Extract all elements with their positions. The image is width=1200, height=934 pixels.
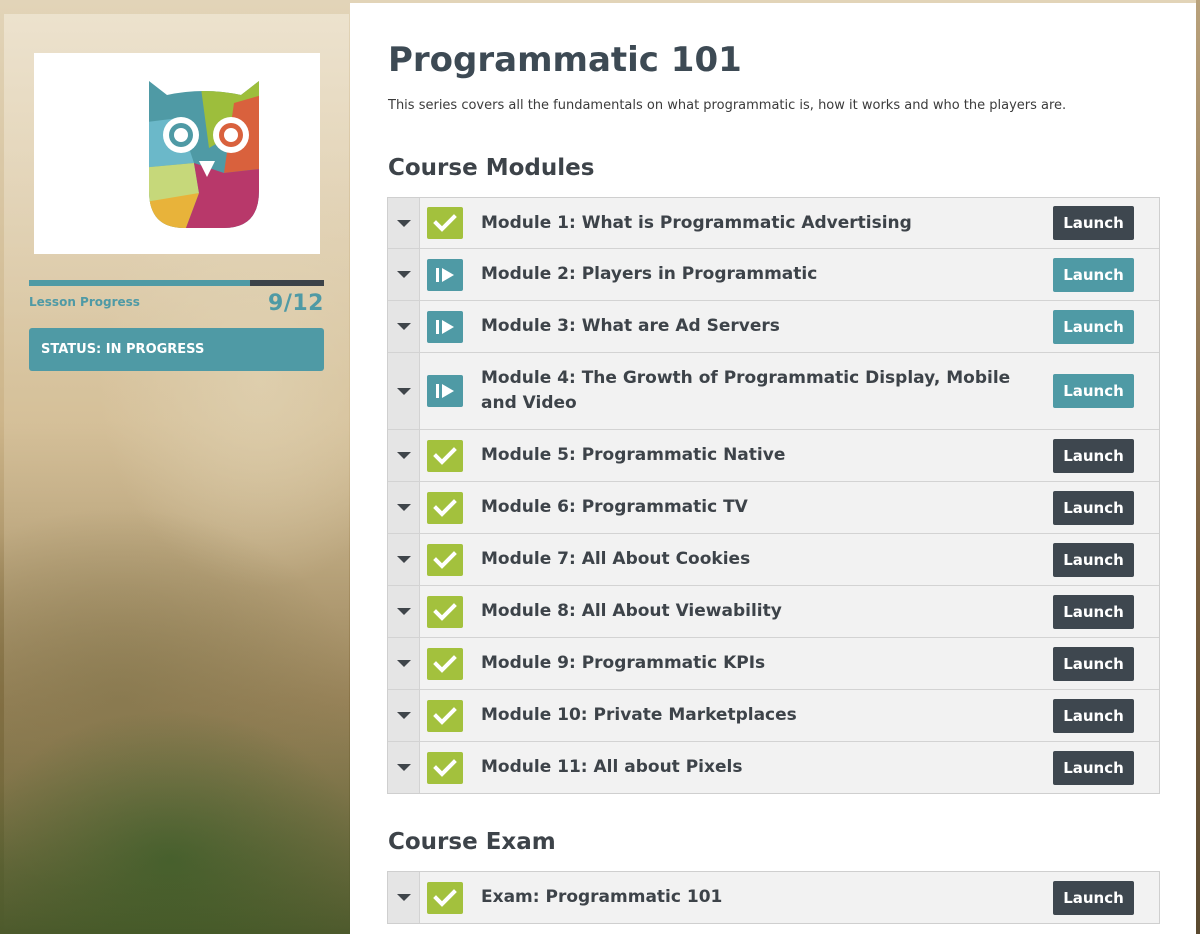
exam-list: Exam: Programmatic 101 Launch xyxy=(387,871,1160,924)
expand-toggle[interactable] xyxy=(388,249,420,300)
module-title: Module 10: Private Marketplaces xyxy=(481,705,797,725)
launch-button[interactable]: Launch xyxy=(1053,257,1134,292)
owl-logo-icon xyxy=(149,81,259,228)
expand-toggle[interactable] xyxy=(388,638,420,689)
caret-down-icon xyxy=(396,660,411,667)
status-badge: STATUS: IN PROGRESS xyxy=(29,328,324,371)
caret-down-icon xyxy=(396,271,411,278)
course-logo xyxy=(34,53,320,254)
lesson-progress-label: Lesson Progress xyxy=(29,295,140,309)
check-icon xyxy=(427,699,463,732)
check-icon xyxy=(427,491,463,524)
module-row: Module 4: The Growth of Programmatic Dis… xyxy=(388,353,1159,430)
launch-button[interactable]: Launch xyxy=(1053,594,1134,629)
exam-title: Exam: Programmatic 101 xyxy=(481,887,723,907)
launch-button[interactable]: Launch xyxy=(1053,750,1134,785)
module-list: Module 1: What is Programmatic Advertisi… xyxy=(387,197,1160,794)
launch-button[interactable]: Launch xyxy=(1053,698,1134,733)
check-icon xyxy=(427,439,463,472)
modules-heading: Course Modules xyxy=(388,155,595,181)
caret-down-icon xyxy=(396,712,411,719)
caret-down-icon xyxy=(396,764,411,771)
caret-down-icon xyxy=(396,608,411,615)
check-icon xyxy=(427,647,463,680)
module-title: Module 3: What are Ad Servers xyxy=(481,316,780,336)
exam-row: Exam: Programmatic 101 Launch xyxy=(388,872,1159,923)
expand-toggle[interactable] xyxy=(388,430,420,481)
check-icon xyxy=(427,881,463,914)
launch-button[interactable]: Launch xyxy=(1053,542,1134,577)
module-row: Module 8: All About Viewability Launch xyxy=(388,586,1159,638)
page-title: Programmatic 101 xyxy=(388,40,742,80)
expand-toggle[interactable] xyxy=(388,301,420,352)
module-row: Module 3: What are Ad Servers Launch xyxy=(388,301,1159,353)
play-icon xyxy=(427,258,463,291)
caret-down-icon xyxy=(396,219,411,227)
expand-toggle[interactable] xyxy=(388,690,420,741)
check-icon xyxy=(427,595,463,628)
expand-toggle[interactable] xyxy=(388,534,420,585)
check-icon xyxy=(427,751,463,784)
module-row: Module 2: Players in Programmatic Launch xyxy=(388,249,1159,301)
caret-down-icon xyxy=(396,387,411,395)
launch-button[interactable]: Launch xyxy=(1053,646,1134,681)
caret-down-icon xyxy=(396,452,411,459)
lesson-progress-count: 9/12 xyxy=(268,291,324,316)
module-title: Module 1: What is Programmatic Advertisi… xyxy=(481,212,912,233)
launch-button[interactable]: Launch xyxy=(1053,880,1134,915)
check-icon xyxy=(427,543,463,576)
module-row: Module 11: All about Pixels Launch xyxy=(388,742,1159,793)
module-row: Module 6: Programmatic TV Launch xyxy=(388,482,1159,534)
lesson-progress-fill xyxy=(29,280,251,286)
expand-toggle[interactable] xyxy=(388,353,420,429)
module-row: Module 5: Programmatic Native Launch xyxy=(388,430,1159,482)
launch-button[interactable]: Launch xyxy=(1053,374,1134,408)
module-title: Module 9: Programmatic KPIs xyxy=(481,653,766,673)
exam-heading: Course Exam xyxy=(388,829,556,855)
caret-down-icon xyxy=(396,556,411,563)
expand-toggle[interactable] xyxy=(388,482,420,533)
module-row: Module 7: All About Cookies Launch xyxy=(388,534,1159,586)
module-title: Module 7: All About Cookies xyxy=(481,549,751,569)
module-title: Module 2: Players in Programmatic xyxy=(481,264,818,284)
expand-toggle[interactable] xyxy=(388,198,420,248)
play-icon xyxy=(427,375,463,407)
expand-toggle[interactable] xyxy=(388,742,420,793)
expand-toggle[interactable] xyxy=(388,586,420,637)
launch-button[interactable]: Launch xyxy=(1053,490,1134,525)
module-title: Module 6: Programmatic TV xyxy=(481,497,748,517)
page-description: This series covers all the fundamentals … xyxy=(388,98,1067,113)
module-title: Module 4: The Growth of Programmatic Dis… xyxy=(481,368,1011,413)
module-title: Module 5: Programmatic Native xyxy=(481,445,786,465)
background-edge xyxy=(1196,0,1200,934)
play-icon xyxy=(427,310,463,343)
lesson-progress-bar xyxy=(29,280,324,286)
launch-button[interactable]: Launch xyxy=(1053,309,1134,344)
check-icon xyxy=(427,207,463,239)
caret-down-icon xyxy=(396,894,411,901)
module-row: Module 10: Private Marketplaces Launch xyxy=(388,690,1159,742)
expand-toggle[interactable] xyxy=(388,872,420,923)
launch-button[interactable]: Launch xyxy=(1053,206,1134,240)
module-row: Module 1: What is Programmatic Advertisi… xyxy=(388,198,1159,249)
caret-down-icon xyxy=(396,323,411,330)
caret-down-icon xyxy=(396,504,411,511)
module-title: Module 11: All about Pixels xyxy=(481,757,743,777)
launch-button[interactable]: Launch xyxy=(1053,438,1134,473)
course-panel: Programmatic 101 This series covers all … xyxy=(350,3,1196,934)
module-row: Module 9: Programmatic KPIs Launch xyxy=(388,638,1159,690)
module-title: Module 8: All About Viewability xyxy=(481,601,782,621)
